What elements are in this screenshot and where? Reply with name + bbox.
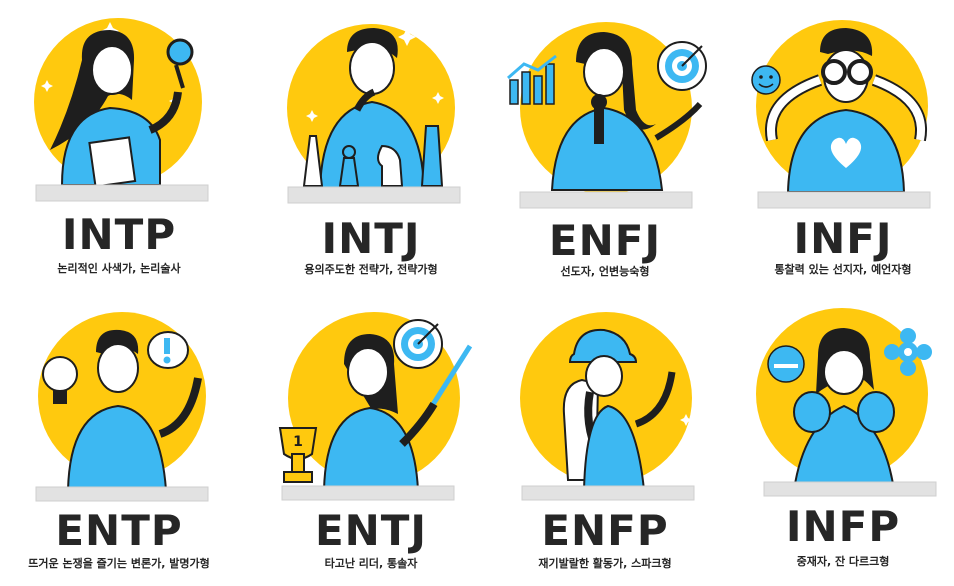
desk [757,191,931,209]
chess-queen-icon [420,125,444,187]
mbti-type-label: INFP [785,502,901,551]
intj-illustration [252,0,490,220]
mbti-type-description: 타고난 리더, 통솔자 [324,557,418,570]
trophy-number: 1 [293,434,303,450]
trophy-icon: 1 [278,427,318,483]
mbti-card-intp: INTP 논리적인 사색가, 논리술사 [0,0,238,292]
desk [521,485,695,501]
mbti-type-label: INFJ [793,214,893,263]
mbti-card-entj: 1 ENTJ 타고난 리더, 통솔자 [252,294,490,586]
mbti-type-description: 논리적인 사색가, 논리술사 [57,262,181,275]
entj-illustration: 1 [252,294,490,514]
intp-illustration [0,0,238,220]
handshake-icon [767,345,805,383]
mbti-card-infj: INFJ 통찰력 있는 선지자, 예언자형 [724,0,954,292]
mbti-type-label: INTJ [321,214,421,263]
exclamation-bubble-icon [147,331,189,369]
desk [35,184,209,202]
mbti-type-description: 뜨거운 논쟁을 즐기는 변론가, 발명가형 [28,557,210,570]
mbti-type-label: INTP [61,210,177,259]
target-icon [393,319,443,369]
mbti-card-entp: ENTP 뜨거운 논쟁을 즐기는 변론가, 발명가형 [0,294,238,586]
mbti-type-description: 재기발랄한 활동가, 스파크형 [538,557,672,570]
mbti-type-label: ENFP [541,506,669,555]
magnifier-icon [166,38,194,66]
mbti-type-description: 선도자, 언변능숙형 [560,265,650,278]
mbti-type-label: ENTP [55,506,183,555]
mbti-card-enfj: ENFJ 선도자, 언변능숙형 [486,0,724,292]
desk [287,186,461,204]
infj-illustration [724,0,954,220]
mbti-card-enfp: ENFP 재기발랄한 활동가, 스파크형 [486,294,724,586]
smiley-icon [751,65,781,95]
enfj-illustration [486,0,724,220]
mbti-type-label: ENFJ [548,216,662,265]
mbti-type-label: ENTJ [314,506,428,555]
mbti-type-description: 통찰력 있는 선지자, 예언자형 [774,263,912,276]
mbti-type-description: 중재자, 잔 다르크형 [796,555,890,568]
mbti-card-infp: INFP 중재자, 잔 다르크형 [724,294,954,586]
chess-pawn-icon [338,157,360,187]
desk [281,485,455,501]
mbti-card-intj: INTJ 용의주도한 전략가, 전략가형 [252,0,490,292]
infp-illustration [724,294,954,514]
mbti-type-description: 용의주도한 전략가, 전략가형 [304,263,438,276]
desk [519,191,693,209]
desk [763,481,937,497]
target-icon [657,41,707,91]
enfp-illustration [486,294,724,514]
desk [35,486,209,502]
entp-illustration [0,294,238,514]
